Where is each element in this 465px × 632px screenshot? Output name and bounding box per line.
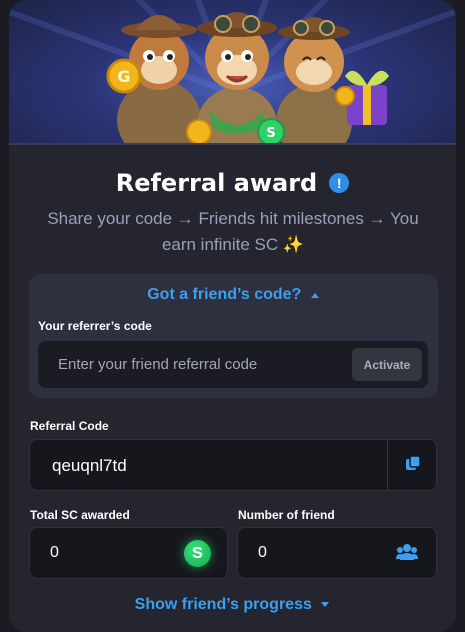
friend-code-toggle-label: Got a friend’s code?	[147, 286, 302, 304]
svg-text:S: S	[266, 126, 275, 141]
sc-coin-icon: S	[184, 540, 211, 567]
referral-code-box: qeuqnl7td	[29, 439, 437, 491]
caret-down-icon	[320, 596, 330, 614]
title-row: Referral award !	[9, 168, 456, 198]
referrer-code-field: Activate	[38, 341, 428, 388]
friend-count-label: Number of friend	[238, 508, 335, 522]
friends-icon	[396, 543, 418, 566]
copy-button[interactable]	[388, 440, 437, 490]
subtitle: Share your code → Friends hit milestones…	[47, 209, 419, 254]
hero-banner: G S	[9, 0, 456, 145]
copy-icon	[405, 454, 421, 476]
friend-code-panel: Got a friend’s code? Your referrer’s cod…	[29, 274, 438, 398]
svg-text:G: G	[117, 67, 130, 86]
activate-button[interactable]: Activate	[352, 348, 422, 381]
info-icon[interactable]: !	[329, 173, 350, 193]
show-progress-toggle[interactable]: Show friend’s progress	[9, 596, 456, 614]
friend-code-toggle[interactable]: Got a friend’s code?	[29, 286, 438, 304]
show-progress-label: Show friend’s progress	[134, 596, 312, 614]
friend-count-value: 0	[258, 544, 267, 561]
referral-code-value: qeuqnl7td	[52, 456, 127, 475]
total-sc-box: 0 S	[29, 527, 228, 579]
friend-count-box: 0	[237, 527, 437, 579]
referral-code-label: Referral Code	[30, 419, 109, 433]
total-sc-label: Total SC awarded	[30, 508, 130, 522]
total-sc-value: 0	[50, 544, 59, 561]
referrer-code-label: Your referrer’s code	[38, 319, 152, 333]
caret-up-icon	[310, 286, 320, 304]
mascot-illustration: G S	[106, 12, 389, 145]
page-title: Referral award	[115, 169, 318, 197]
referrer-code-input[interactable]	[38, 341, 338, 388]
hero-divider	[9, 143, 456, 145]
referral-card: G S Referral award ! Share your code → F…	[9, 0, 456, 632]
